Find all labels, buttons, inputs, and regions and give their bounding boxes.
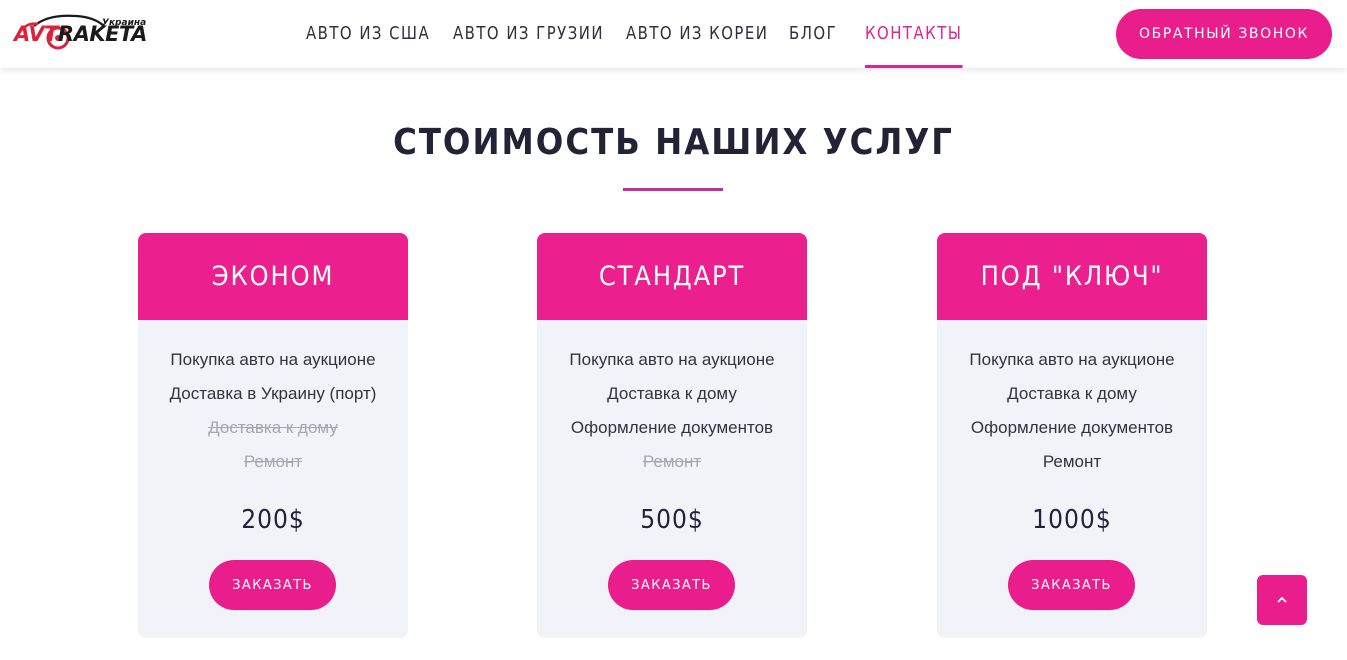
feature-list: Покупка авто на аукционе Доставка в Укра… — [138, 349, 408, 485]
feature-item: Доставка в Украину (порт) — [169, 384, 377, 403]
feature-item: Оформление документов — [970, 418, 1174, 437]
feature-item: Ремонт — [642, 452, 702, 471]
site-header: AVTRAKETA Украина АВТО ИЗ США АВТО ИЗ ГР… — [0, 0, 1347, 68]
nav-item-blog[interactable]: БЛОГ — [789, 0, 837, 68]
feature-item: Покупка авто на аукционе — [569, 350, 775, 369]
nav-item-usa[interactable]: АВТО ИЗ США — [306, 0, 430, 68]
logo[interactable]: AVTRAKETA Украина — [14, 12, 147, 56]
chevron-up-icon — [1277, 596, 1287, 603]
logo-text-red: AVT — [14, 22, 58, 46]
plan-card-standard: СТАНДАРТ Покупка авто на аукционе Достав… — [537, 233, 807, 638]
nav-item-korea[interactable]: АВТО ИЗ КОРЕИ — [626, 0, 768, 68]
feature-item: Ремонт — [1042, 452, 1102, 471]
plan-name: ПОД "КЛЮЧ" — [937, 233, 1207, 320]
plan-name: ЭКОНОМ — [138, 233, 408, 320]
plan-card-economy: ЭКОНОМ Покупка авто на аукционе Доставка… — [138, 233, 408, 638]
plan-price: 500$ — [640, 505, 704, 535]
title-underline — [623, 188, 723, 191]
nav-item-georgia[interactable]: АВТО ИЗ ГРУЗИИ — [453, 0, 604, 68]
callback-button[interactable]: ОБРАТНЫЙ ЗВОНОК — [1116, 9, 1332, 59]
feature-item: Оформление документов — [570, 418, 774, 437]
scroll-to-top-button[interactable] — [1257, 575, 1307, 625]
feature-item: Ремонт — [243, 452, 303, 471]
feature-list: Покупка авто на аукционе Доставка к дому… — [537, 349, 807, 485]
nav-item-contacts[interactable]: КОНТАКТЫ — [865, 0, 963, 68]
feature-item: Покупка авто на аукционе — [969, 350, 1175, 369]
feature-item: Доставка к дому — [208, 418, 338, 437]
logo-subtitle: Украина — [102, 18, 147, 28]
order-button[interactable]: ЗАКАЗАТЬ — [608, 560, 735, 610]
plan-price: 1000$ — [1032, 505, 1112, 535]
plan-card-turnkey: ПОД "КЛЮЧ" Покупка авто на аукционе Дост… — [937, 233, 1207, 638]
feature-item: Покупка авто на аукционе — [170, 350, 376, 369]
feature-list: Покупка авто на аукционе Доставка к дому… — [937, 349, 1207, 485]
plan-price: 200$ — [241, 505, 305, 535]
plan-name: СТАНДАРТ — [537, 233, 807, 320]
order-button[interactable]: ЗАКАЗАТЬ — [209, 560, 336, 610]
section-title: СТОИМОСТЬ НАШИХ УСЛУГ — [393, 122, 954, 163]
feature-item: Доставка к дому — [607, 384, 737, 403]
order-button[interactable]: ЗАКАЗАТЬ — [1008, 560, 1135, 610]
feature-item: Доставка к дому — [1007, 384, 1137, 403]
